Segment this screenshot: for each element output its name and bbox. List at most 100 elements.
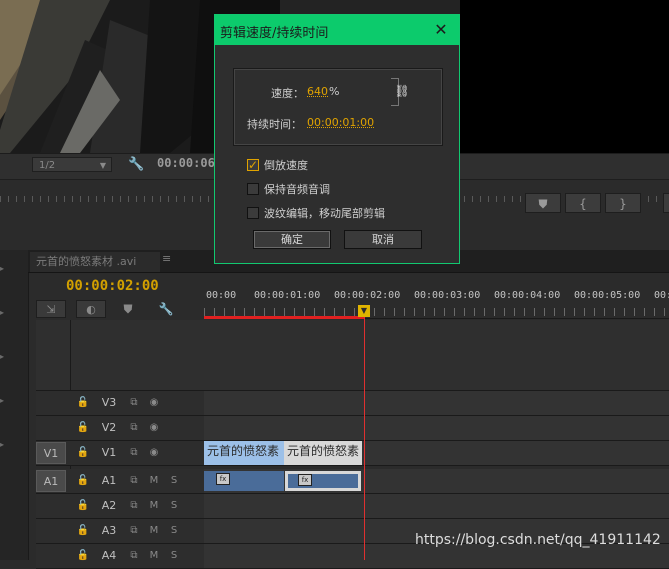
track-target[interactable] (36, 392, 66, 414)
lock-icon[interactable]: 🔓 (76, 494, 90, 518)
transport-controls: ⛊ { } (525, 193, 669, 215)
solo-button[interactable]: S (166, 469, 182, 493)
maintain-pitch-label: 保持音频音调 (264, 183, 330, 196)
mark-out-button[interactable]: } (605, 193, 641, 213)
track-a2[interactable]: 🔓 A2 ⧉ M S (36, 494, 669, 519)
sync-lock-icon[interactable]: ⧉ (126, 416, 142, 440)
lock-icon[interactable]: 🔓 (76, 391, 90, 415)
speed-label: 速度： (271, 87, 304, 100)
video-clip[interactable]: 元首的愤怒素 (204, 441, 284, 465)
track-v2[interactable]: 🔓 V2 ⧉ ◉ (36, 416, 669, 441)
track-name: A4 (101, 549, 117, 562)
track-target[interactable] (36, 545, 66, 567)
track-target[interactable] (36, 520, 66, 542)
tool-mark: ▸ (0, 308, 5, 317)
audio-clip-selected[interactable]: fx (285, 471, 361, 491)
snap-button[interactable]: ◐ (76, 300, 106, 318)
tab-sequence[interactable]: 元首的愤怒素材 .avi (30, 252, 160, 272)
settings-wrench-icon[interactable]: 🔧 (128, 157, 144, 173)
track-target[interactable]: A1 (36, 470, 66, 492)
zoom-value: 1/2 (39, 160, 56, 171)
maintain-pitch-checkbox[interactable] (247, 183, 259, 195)
track-v3[interactable]: 🔓 V3 ⧉ ◉ (36, 391, 669, 416)
tab-menu-icon[interactable]: ≡ (162, 252, 171, 265)
sync-lock-icon[interactable]: ⧉ (126, 519, 142, 543)
mute-button[interactable]: M (146, 519, 162, 543)
solo-button[interactable]: S (166, 544, 182, 568)
ripple-edit-checkbox[interactable] (247, 207, 259, 219)
mute-button[interactable]: M (146, 544, 162, 568)
tool-mark: ▸ (0, 440, 5, 449)
track-name: V3 (101, 396, 117, 409)
track-target[interactable]: V1 (36, 442, 66, 464)
marker-button[interactable]: ⛊ (525, 193, 561, 213)
duration-label: 持续时间： (247, 118, 302, 131)
ripple-edit-label: 波纹编辑，移动尾部剪辑 (264, 207, 385, 220)
lock-icon[interactable]: 🔓 (76, 469, 90, 493)
eye-icon[interactable]: ◉ (146, 441, 162, 465)
lock-icon[interactable]: 🔓 (76, 544, 90, 568)
fx-badge: fx (298, 474, 312, 486)
track-name: A3 (101, 524, 117, 537)
track-name: A1 (101, 474, 117, 487)
reverse-speed-checkbox[interactable]: ✓ (247, 159, 259, 171)
video-clip[interactable]: 元首的愤怒素 (284, 441, 362, 465)
solo-button[interactable]: S (166, 519, 182, 543)
speed-duration-group (233, 68, 443, 146)
track-target[interactable] (36, 495, 66, 517)
ruler-label: 00:00:01:00 (254, 290, 321, 301)
track-target[interactable] (36, 417, 66, 439)
cancel-button[interactable]: 取消 (344, 230, 422, 249)
chevron-down-icon: ▼ (99, 161, 106, 170)
track-content-area[interactable] (204, 494, 669, 518)
overflow-button[interactable] (663, 193, 669, 213)
nest-toggle-button[interactable]: ⇲ (36, 300, 66, 318)
audio-clip[interactable]: fx (204, 471, 284, 491)
mute-button[interactable]: M (146, 494, 162, 518)
track-a1[interactable]: A1 🔓 A1 ⧉ M Sfx fx (36, 469, 669, 494)
duration-value[interactable]: 00:00:01:00 (307, 116, 374, 129)
track-name: V1 (101, 446, 117, 459)
ok-button[interactable]: 确定 (253, 230, 331, 249)
sync-lock-icon[interactable]: ⧉ (126, 441, 142, 465)
chain-link-icon[interactable]: ⛓ (393, 84, 411, 98)
ruler-label: 00:00 (206, 290, 237, 301)
eye-icon[interactable]: ◉ (146, 416, 162, 440)
solo-button[interactable]: S (166, 494, 182, 518)
sync-lock-icon[interactable]: ⧉ (126, 544, 142, 568)
clip-speed-dialog: 剪辑速度/持续时间 ✕ 速度： 640 % ⛓ 持续时间： 00:00:01:0… (214, 14, 460, 264)
close-icon[interactable]: ✕ (431, 20, 451, 40)
timeline-timecode[interactable]: 00:00:02:00 (66, 278, 159, 294)
track-v1[interactable]: V1 🔓 V1 ⧉ ◉ 元首的愤怒素 元首的愤怒素 (36, 441, 669, 466)
zoom-select[interactable]: 1/2 ▼ (32, 157, 112, 172)
fx-badge: fx (216, 473, 230, 485)
tool-mark: ▸ (0, 396, 5, 405)
work-area-bar[interactable] (204, 316, 364, 319)
tool-mark: ▸ (0, 264, 5, 273)
ruler-label: 00:00 (654, 290, 669, 301)
sync-lock-icon[interactable]: ⧉ (126, 494, 142, 518)
speed-value[interactable]: 640 (307, 85, 328, 98)
wrench-icon[interactable]: 🔧 (156, 300, 176, 318)
mute-button[interactable]: M (146, 469, 162, 493)
track-content-area[interactable] (204, 391, 669, 415)
watermark: https://blog.csdn.net/qq_41911142 (415, 532, 661, 548)
ruler-label: 00:00:04:00 (494, 290, 561, 301)
ruler-ticks (204, 308, 669, 316)
eye-icon[interactable]: ◉ (146, 391, 162, 415)
lock-icon[interactable]: 🔓 (76, 441, 90, 465)
source-timecode[interactable]: 00:00:06 (157, 156, 215, 170)
track-name: V2 (101, 421, 117, 434)
add-marker-icon[interactable]: ⛊ (118, 300, 138, 318)
playhead-icon[interactable]: ▼ (358, 305, 370, 317)
sync-lock-icon[interactable]: ⧉ (126, 469, 142, 493)
speed-unit: % (329, 85, 340, 98)
track-content-area[interactable] (204, 416, 669, 440)
timeline-tools: ⇲ ◐ ⛊ 🔧 (36, 300, 204, 320)
sync-lock-icon[interactable]: ⧉ (126, 391, 142, 415)
playhead-line[interactable] (364, 317, 365, 560)
ruler-label: 00:00:02:00 (334, 290, 401, 301)
mark-in-button[interactable]: { (565, 193, 601, 213)
lock-icon[interactable]: 🔓 (76, 519, 90, 543)
lock-icon[interactable]: 🔓 (76, 416, 90, 440)
